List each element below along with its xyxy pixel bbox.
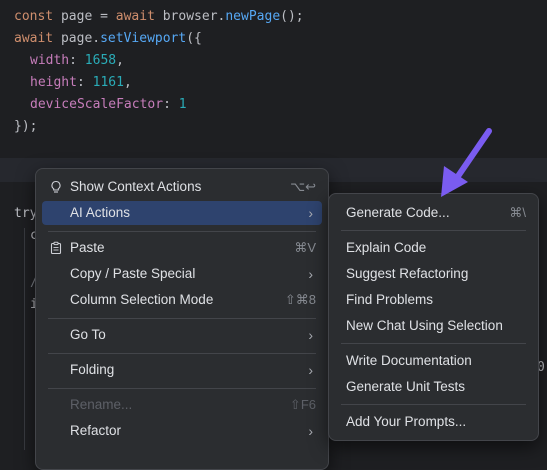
submenu-item-generate-code[interactable]: Generate Code... ⌘\: [335, 201, 532, 225]
submenu-item-generate-unit-tests[interactable]: Generate Unit Tests: [335, 375, 532, 399]
menu-item-label: Go To: [70, 327, 106, 342]
code-fragment-try: try: [14, 206, 38, 221]
chevron-right-icon: ›: [308, 327, 313, 343]
context-menu: Show Context Actions ⌥↩ AI Actions › Pas…: [35, 168, 329, 470]
lightbulb-icon: [51, 180, 61, 193]
submenu-item-find-problems[interactable]: Find Problems: [335, 288, 532, 312]
menu-item-shortcut: ⇧F6: [289, 397, 316, 412]
menu-separator: [341, 404, 526, 405]
menu-item-label: Generate Code...: [346, 205, 450, 220]
menu-item-label: Write Documentation: [346, 353, 472, 368]
menu-separator: [48, 388, 316, 389]
menu-separator: [341, 343, 526, 344]
menu-item-label: Suggest Refactoring: [346, 266, 469, 281]
menu-item-label: Show Context Actions: [70, 179, 202, 194]
menu-separator: [48, 353, 316, 354]
clipboard-icon: [50, 241, 62, 255]
submenu-item-write-documentation[interactable]: Write Documentation: [335, 349, 532, 373]
menu-item-label: Rename...: [70, 397, 133, 412]
submenu-item-explain-code[interactable]: Explain Code: [335, 236, 532, 260]
code-line-3: width: 1658,: [30, 53, 124, 68]
submenu-item-add-your-prompts[interactable]: Add Your Prompts...: [335, 410, 532, 434]
code-line-4: height: 1161,: [30, 75, 132, 90]
submenu-item-suggest-refactoring[interactable]: Suggest Refactoring: [335, 262, 532, 286]
chevron-right-icon: ›: [308, 266, 313, 282]
menu-item-shortcut: ⌥↩: [290, 179, 316, 194]
menu-item-shortcut: ⌘V: [294, 240, 316, 255]
menu-item-rename: Rename... ⇧F6: [42, 393, 322, 417]
menu-item-go-to[interactable]: Go To ›: [42, 323, 322, 347]
menu-item-label: New Chat Using Selection: [346, 318, 503, 333]
ai-actions-submenu: Generate Code... ⌘\ Explain Code Suggest…: [328, 193, 539, 441]
menu-item-label: Column Selection Mode: [70, 292, 214, 307]
menu-item-label: AI Actions: [70, 205, 131, 220]
chevron-right-icon: ›: [308, 423, 313, 439]
menu-item-folding[interactable]: Folding ›: [42, 358, 322, 382]
menu-separator: [48, 231, 316, 232]
menu-item-label: Explain Code: [346, 240, 427, 255]
menu-item-label: Copy / Paste Special: [70, 266, 196, 281]
menu-item-paste[interactable]: Paste ⌘V: [42, 236, 322, 260]
menu-item-label: Folding: [70, 362, 115, 377]
menu-separator: [341, 230, 526, 231]
menu-item-label: Generate Unit Tests: [346, 379, 466, 394]
submenu-item-new-chat-using-selection[interactable]: New Chat Using Selection: [335, 314, 532, 338]
menu-item-refactor[interactable]: Refactor ›: [42, 419, 322, 443]
menu-item-label: Find Problems: [346, 292, 434, 307]
menu-separator: [48, 318, 316, 319]
menu-item-copy-paste-special[interactable]: Copy / Paste Special ›: [42, 262, 322, 286]
indent-guide: [24, 228, 25, 450]
code-line-1: const page = await browser.newPage();: [14, 9, 304, 24]
code-line-2: await page.setViewport({: [14, 31, 202, 46]
chevron-right-icon: ›: [308, 362, 313, 378]
menu-item-label: Add Your Prompts...: [346, 414, 467, 429]
chevron-right-icon: ›: [308, 205, 313, 221]
code-line-6: });: [14, 119, 38, 134]
menu-item-shortcut: ⌘\: [509, 205, 526, 220]
menu-item-ai-actions[interactable]: AI Actions ›: [42, 201, 322, 225]
menu-item-column-selection-mode[interactable]: Column Selection Mode ⇧⌘8: [42, 288, 322, 312]
menu-item-label: Paste: [70, 240, 105, 255]
menu-item-shortcut: ⇧⌘8: [284, 292, 316, 307]
menu-item-label: Refactor: [70, 423, 122, 438]
code-line-5: deviceScaleFactor: 1: [30, 97, 187, 112]
menu-item-show-context-actions[interactable]: Show Context Actions ⌥↩: [42, 175, 322, 199]
